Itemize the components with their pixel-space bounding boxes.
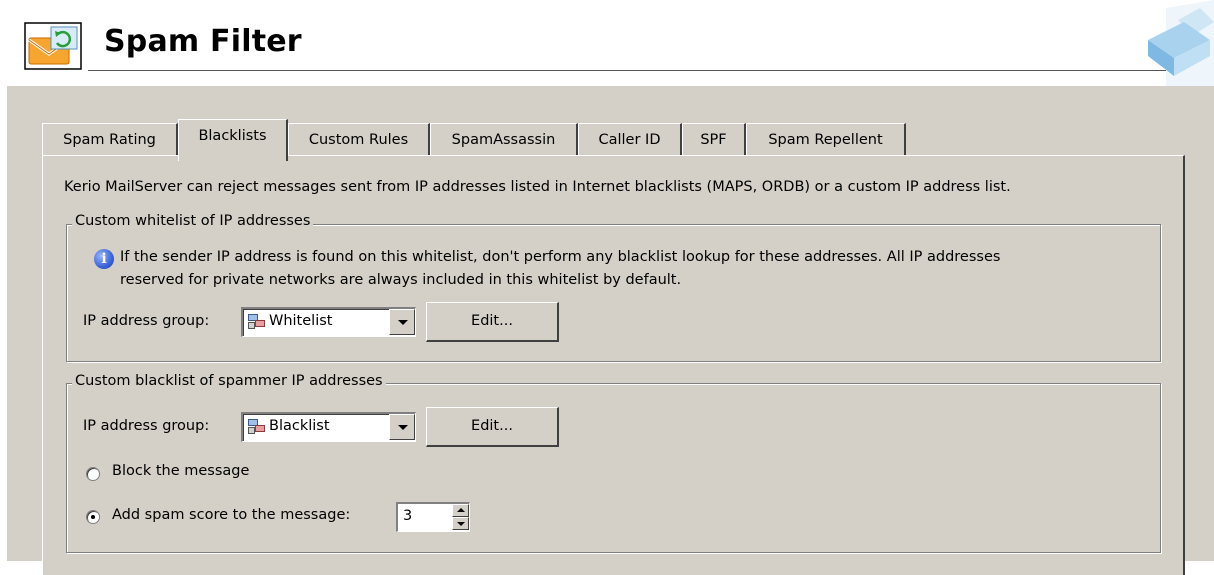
- spin-up-icon[interactable]: [452, 504, 469, 517]
- blacklist-ip-group-select[interactable]: Blacklist: [241, 412, 416, 442]
- spam-score-value[interactable]: 3: [403, 508, 412, 524]
- tab-blacklists[interactable]: Blacklists: [178, 119, 288, 161]
- add-score-radio[interactable]: [86, 510, 100, 524]
- spin-down-icon[interactable]: [452, 517, 469, 530]
- block-message-radio[interactable]: [86, 467, 100, 481]
- tab-custom-rules[interactable]: Custom Rules: [288, 123, 430, 157]
- spam-score-stepper[interactable]: 3: [396, 502, 470, 532]
- whitelist-ip-group-select[interactable]: Whitelist: [241, 307, 416, 337]
- whitelist-info-line-2: reserved for private networks are always…: [120, 272, 682, 288]
- info-icon: i: [94, 249, 114, 269]
- blacklist-ip-group-value: Blacklist: [269, 418, 330, 434]
- tab-spf[interactable]: SPF: [682, 123, 746, 157]
- blacklist-group-title: Custom blacklist of spammer IP addresses: [72, 373, 386, 389]
- whitelist-groupbox: [66, 224, 1161, 362]
- add-score-label[interactable]: Add spam score to the message:: [112, 507, 350, 523]
- kerio-corner-logo: [1148, 0, 1214, 86]
- whitelist-ip-group-label: IP address group:: [83, 313, 210, 329]
- header: Spam Filter: [0, 0, 1214, 86]
- whitelist-group-title: Custom whitelist of IP addresses: [72, 213, 314, 229]
- tab-spam-rating[interactable]: Spam Rating: [42, 123, 178, 157]
- tab-caller-id[interactable]: Caller ID: [578, 123, 682, 157]
- whitelist-edit-button[interactable]: Edit...: [426, 302, 559, 342]
- tab-spam-repellent[interactable]: Spam Repellent: [746, 123, 906, 157]
- title-divider: [88, 70, 1184, 71]
- tab-spamassassin[interactable]: SpamAssassin: [430, 123, 578, 157]
- ip-group-icon: [248, 314, 265, 329]
- block-message-label[interactable]: Block the message: [112, 463, 249, 479]
- page-title: Spam Filter: [104, 24, 302, 59]
- blacklist-ip-group-label: IP address group:: [83, 418, 210, 434]
- ip-group-icon: [248, 419, 265, 434]
- intro-text: Kerio MailServer can reject messages sen…: [64, 179, 1011, 195]
- chevron-down-icon[interactable]: [389, 414, 415, 440]
- blacklist-edit-button[interactable]: Edit...: [426, 407, 559, 447]
- whitelist-ip-group-value: Whitelist: [269, 313, 333, 329]
- mail-spam-icon: [24, 22, 82, 70]
- chevron-down-icon[interactable]: [389, 309, 415, 335]
- whitelist-info-line-1: If the sender IP address is found on thi…: [120, 249, 1001, 265]
